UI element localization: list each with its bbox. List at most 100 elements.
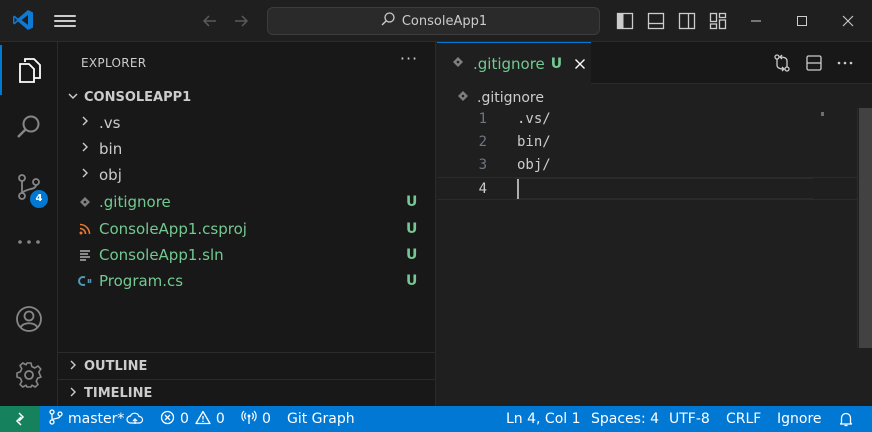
git-file-icon [457, 90, 469, 106]
breadcrumb-file: .gitignore [477, 90, 544, 106]
open-changes-icon[interactable] [771, 52, 793, 74]
line-number: 4 [478, 181, 487, 197]
search-icon[interactable] [0, 102, 58, 152]
line-text: obj/ [517, 157, 551, 173]
code-line: 3 obj/ [437, 154, 857, 177]
chevron-right-icon [78, 167, 92, 183]
line-number: 1 [478, 111, 487, 127]
activity-bar: 4 [0, 42, 58, 406]
branch-status[interactable]: master* [49, 406, 124, 432]
tree-item-gitignore[interactable]: .gitignore U [58, 189, 436, 215]
menu-icon[interactable] [54, 12, 76, 30]
toggle-panel-icon[interactable] [645, 10, 667, 32]
outline-section-header[interactable]: OUTLINE [58, 353, 436, 379]
encoding-setting[interactable]: UTF-8 [669, 406, 710, 432]
editor-tabs: .gitignore U [437, 42, 872, 84]
source-control-icon[interactable]: 4 [0, 162, 58, 212]
error-count: 0 [180, 411, 189, 427]
close-tab-icon[interactable] [572, 56, 588, 72]
remote-indicator-icon[interactable] [0, 406, 40, 432]
tree-item-csproj[interactable]: ConsoleApp1.csproj U [58, 216, 436, 242]
command-center-search[interactable]: ConsoleApp1 [267, 7, 600, 35]
status-bar: master* 0 0 0 Git Graph Ln 4, Col 1 Spac… [0, 406, 872, 432]
scrollbar-thumb[interactable] [859, 108, 872, 348]
tab-gitignore[interactable]: .gitignore U [437, 42, 591, 84]
text-lines-icon [77, 247, 93, 263]
line-number: 3 [478, 157, 487, 173]
breadcrumb[interactable]: .gitignore [457, 88, 544, 108]
tree-item-label: ConsoleApp1.sln [99, 246, 224, 264]
untracked-badge: U [406, 273, 418, 289]
notifications-bell-icon[interactable] [838, 406, 859, 432]
search-icon [380, 11, 396, 31]
cursor-position[interactable]: Ln 4, Col 1 [506, 406, 581, 432]
toggle-secondary-sidebar-icon[interactable] [676, 10, 698, 32]
git-graph-button[interactable]: Git Graph [287, 406, 355, 432]
back-arrow-icon[interactable] [199, 10, 221, 32]
outline-label: OUTLINE [84, 358, 148, 374]
rss-file-icon [77, 221, 93, 237]
warning-count: 0 [215, 411, 225, 427]
branch-name: master* [68, 411, 125, 427]
minimize-icon[interactable] [733, 6, 779, 36]
current-code-line: 4 [437, 177, 857, 200]
toggle-primary-sidebar-icon[interactable] [614, 10, 636, 32]
code-line: 2 bin/ [437, 131, 857, 154]
folder-header[interactable]: CONSOLEAPP1 [58, 84, 436, 110]
forward-arrow-icon[interactable] [230, 10, 252, 32]
vertical-scrollbar[interactable] [857, 108, 872, 348]
code-editor[interactable]: 1 .vs/ 2 bin/ 3 obj/ 4 [437, 108, 857, 200]
tree-item-label: Program.cs [99, 272, 184, 290]
untracked-badge: U [406, 247, 418, 263]
untracked-badge: U [406, 194, 418, 210]
tree-item-sln[interactable]: ConsoleApp1.sln U [58, 242, 436, 268]
error-icon [160, 410, 180, 429]
editor-area: .gitignore U .gitignore 1 .vs/ 2 bin/ 3 … [437, 42, 872, 406]
chevron-down-icon [62, 90, 84, 105]
editor-more-actions-icon[interactable] [834, 52, 856, 74]
untracked-badge: U [406, 221, 418, 237]
tree-item-program[interactable]: Program.cs U [58, 268, 436, 294]
sync-icon[interactable] [126, 406, 149, 432]
untracked-badge: U [550, 55, 563, 72]
eol-setting[interactable]: CRLF [726, 406, 761, 432]
tab-label: .gitignore [473, 54, 545, 73]
tree-item-label: obj [99, 166, 122, 184]
csharp-file-icon [77, 273, 93, 289]
minimap-marker [821, 112, 824, 116]
tree-item-label: ConsoleApp1.csproj [99, 220, 247, 238]
account-icon[interactable] [0, 294, 58, 344]
problems-status[interactable]: 0 0 [160, 406, 225, 432]
indentation-setting[interactable]: Spaces: 4 [591, 406, 659, 432]
chevron-right-icon [62, 386, 84, 401]
tree-item-label: .gitignore [99, 193, 171, 211]
source-control-badge: 4 [30, 190, 48, 208]
settings-gear-icon[interactable] [0, 350, 58, 400]
explorer-icon[interactable] [0, 45, 58, 95]
language-mode[interactable]: Ignore [777, 406, 822, 432]
current-line-highlight [515, 178, 813, 199]
ports-status[interactable]: 0 [241, 406, 271, 432]
line-text: .vs/ [517, 111, 551, 127]
tree-item-label: .vs [99, 114, 121, 132]
split-editor-icon[interactable] [803, 52, 825, 74]
code-line: 1 .vs/ [437, 108, 857, 131]
tree-item-vs[interactable]: .vs [58, 110, 436, 136]
explorer-more-actions-icon[interactable]: ··· [398, 51, 420, 70]
tree-item-obj[interactable]: obj [58, 162, 436, 188]
maximize-icon[interactable] [779, 6, 825, 36]
explorer-sidebar: EXPLORER ··· CONSOLEAPP1 .vs bin obj .gi… [58, 42, 436, 406]
chevron-right-icon [78, 141, 92, 157]
customize-layout-icon[interactable] [707, 10, 729, 32]
line-number: 2 [478, 134, 487, 150]
folder-name: CONSOLEAPP1 [84, 89, 192, 105]
more-icon[interactable] [0, 217, 58, 267]
line-text: bin/ [517, 134, 551, 150]
timeline-section-header[interactable]: TIMELINE [58, 380, 436, 406]
sidebar-title: EXPLORER [81, 56, 147, 70]
git-file-icon [77, 194, 93, 210]
tree-item-bin[interactable]: bin [58, 136, 436, 162]
broadcast-icon [241, 409, 262, 429]
ports-count: 0 [262, 411, 271, 427]
close-icon[interactable] [825, 6, 871, 36]
